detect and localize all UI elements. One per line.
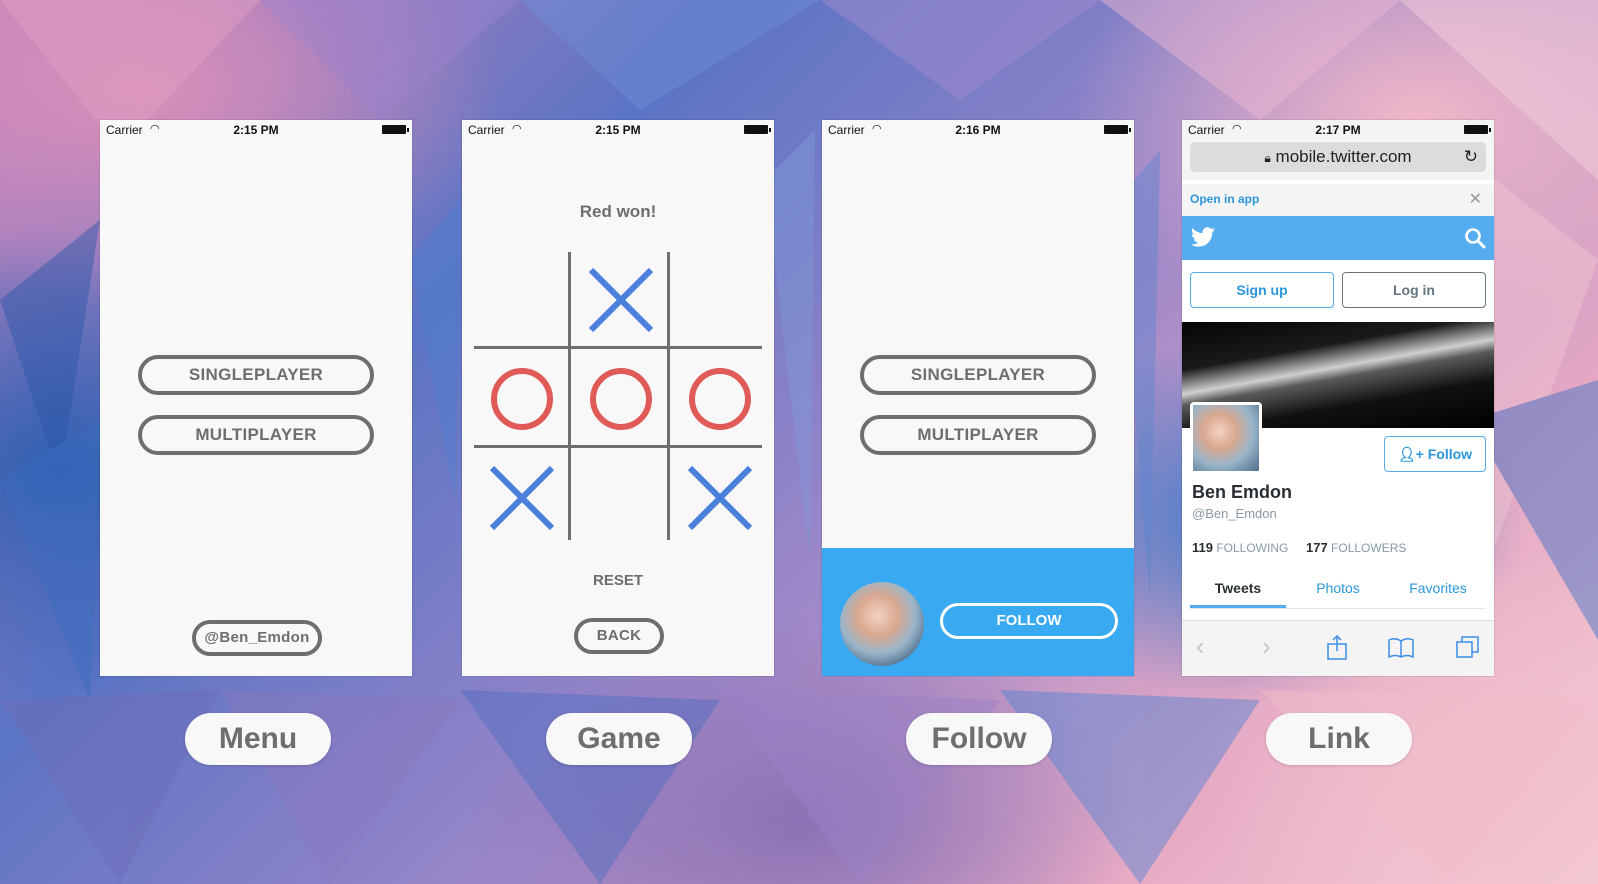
tab-tweets[interactable]: Tweets — [1190, 580, 1286, 596]
status-time: 2:15 PM — [595, 123, 641, 137]
reload-icon[interactable]: ↻ — [1464, 142, 1478, 172]
browser-toolbar: ‹ › — [1182, 620, 1494, 676]
battery-icon — [1464, 125, 1491, 134]
profile-handle: @Ben_Emdon — [1192, 506, 1277, 521]
profile-avatar — [840, 582, 924, 666]
share-icon[interactable] — [1326, 635, 1348, 661]
add-user-icon: 👤︎+ — [1397, 446, 1424, 462]
game-result-text: Red won! — [579, 202, 657, 221]
game-screen: Carrier ◠ 2:15 PM Red won! RESET BACK — [462, 120, 774, 676]
x-mark — [687, 465, 753, 531]
status-time: 2:17 PM — [1315, 123, 1361, 137]
battery-icon — [1104, 125, 1131, 134]
battery-icon — [382, 125, 409, 134]
board-cell-1[interactable] — [474, 252, 570, 348]
follow-button[interactable]: 👤︎+ Follow — [1384, 436, 1486, 472]
address-bar[interactable]: 🔒︎ mobile.twitter.com ↻ — [1190, 142, 1486, 172]
board-cell-8[interactable] — [573, 450, 669, 546]
caption-follow: Follow — [906, 713, 1052, 765]
menu-screen: Carrier ◠ 2:15 PM SINGLEPLAYER MULTIPLAY… — [100, 120, 412, 676]
caption-link: Link — [1266, 713, 1412, 765]
close-icon[interactable]: ✕ — [1469, 189, 1482, 209]
following-count: 119 — [1192, 540, 1213, 555]
battery-icon — [744, 125, 771, 134]
board-cell-5[interactable] — [573, 351, 669, 447]
tab-tweets-underline — [1190, 605, 1286, 608]
o-mark — [590, 368, 652, 430]
followers-stat[interactable]: 177 FOLLOWERS — [1306, 540, 1406, 555]
caption-menu: Menu — [185, 713, 331, 765]
log-in-button[interactable]: Log in — [1342, 272, 1486, 308]
followers-count: 177 — [1306, 540, 1328, 555]
status-bar: Carrier ◠ 2:17 PM — [1182, 120, 1494, 140]
board-cell-6[interactable] — [672, 351, 768, 447]
status-bar: Carrier ◠ 2:15 PM — [462, 120, 774, 140]
multiplayer-button[interactable]: MULTIPLAYER — [138, 415, 374, 455]
singleplayer-button[interactable]: SINGLEPLAYER — [138, 355, 374, 395]
tabs-icon[interactable] — [1456, 635, 1480, 659]
multiplayer-button[interactable]: MULTIPLAYER — [860, 415, 1096, 455]
following-stat[interactable]: 119 FOLLOWING — [1192, 540, 1288, 555]
link-screen: Carrier ◠ 2:17 PM 🔒︎ mobile.twitter.com … — [1182, 120, 1494, 676]
follow-bar: FOLLOW — [822, 548, 1134, 676]
x-mark — [588, 267, 654, 333]
board-cell-7[interactable] — [474, 450, 570, 546]
tab-favorites[interactable]: Favorites — [1390, 580, 1486, 596]
bookmarks-icon[interactable] — [1388, 637, 1414, 659]
board-cell-9[interactable] — [672, 450, 768, 546]
reset-button[interactable]: RESET — [462, 572, 774, 589]
tab-photos[interactable]: Photos — [1290, 580, 1386, 596]
status-time: 2:16 PM — [955, 123, 1001, 137]
twitter-header — [1182, 216, 1494, 260]
board-cell-2[interactable] — [573, 252, 669, 348]
o-mark — [491, 368, 553, 430]
singleplayer-button[interactable]: SINGLEPLAYER — [860, 355, 1096, 395]
open-in-app-link[interactable]: Open in app — [1190, 192, 1259, 206]
profile-tabs: Tweets Photos Favorites — [1190, 570, 1486, 609]
sign-up-button[interactable]: Sign up — [1190, 272, 1334, 308]
board-cell-3[interactable] — [672, 252, 768, 348]
game-board — [474, 252, 762, 540]
o-mark — [689, 368, 751, 430]
follow-button[interactable]: FOLLOW — [940, 603, 1118, 639]
search-icon[interactable] — [1464, 227, 1486, 249]
follow-label: Follow — [1427, 446, 1473, 462]
url-text: mobile.twitter.com — [1275, 147, 1412, 166]
lock-icon: 🔒︎ — [1264, 151, 1271, 165]
followers-label: FOLLOWERS — [1331, 541, 1407, 555]
status-bar: Carrier ◠ 2:16 PM — [822, 120, 1134, 140]
status-time: 2:15 PM — [233, 123, 279, 137]
forward-arrow-icon[interactable]: › — [1262, 631, 1271, 662]
following-label: FOLLOWING — [1216, 541, 1289, 555]
profile-avatar — [1190, 402, 1262, 474]
caption-game: Game — [546, 713, 692, 765]
profile-name: Ben Emdon — [1192, 482, 1293, 502]
open-in-app-banner: Open in app ✕ — [1182, 184, 1494, 216]
handle-link-button[interactable]: @Ben_Emdon — [192, 620, 322, 656]
board-cell-4[interactable] — [474, 351, 570, 447]
status-bar: Carrier ◠ 2:15 PM — [100, 120, 412, 140]
x-mark — [489, 465, 555, 531]
follow-screen: Carrier ◠ 2:16 PM SINGLEPLAYER MULTIPLAY… — [822, 120, 1134, 676]
twitter-bird-icon[interactable] — [1190, 227, 1216, 249]
back-arrow-icon[interactable]: ‹ — [1196, 631, 1205, 662]
back-button[interactable]: BACK — [574, 618, 664, 654]
